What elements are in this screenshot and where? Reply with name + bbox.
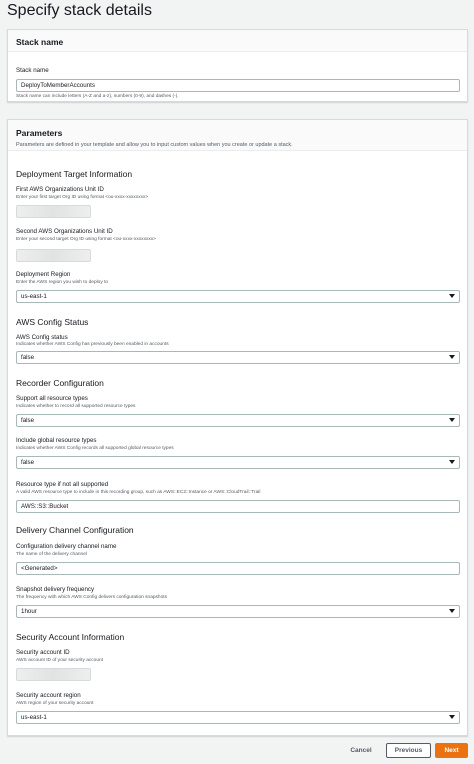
cancel-button[interactable]: Cancel <box>346 744 376 758</box>
second-ou-description: Enter your second target Org ID using fo… <box>16 237 156 242</box>
channel-name-description: The name of the delivery channel <box>16 552 87 557</box>
deployment-region-value: us-east-1 <box>21 293 47 300</box>
snapshot-frequency-select[interactable]: 1hour <box>16 605 460 618</box>
support-all-select[interactable]: false <box>16 414 460 427</box>
deployment-target-title: Deployment Target Information <box>16 169 133 179</box>
snapshot-frequency-label: Snapshot delivery frequency <box>16 586 95 593</box>
first-ou-input[interactable] <box>16 205 91 218</box>
support-all-value: false <box>21 417 35 424</box>
second-ou-label: Second AWS Organizations Unit ID <box>16 228 113 235</box>
config-status-title: AWS Config Status <box>16 317 89 327</box>
resource-type-input[interactable] <box>16 500 460 513</box>
snapshot-frequency-description: The frequency with which AWS Config deli… <box>16 595 168 600</box>
config-status-value: false <box>21 354 35 361</box>
include-global-select[interactable]: false <box>16 456 460 469</box>
first-ou-description: Enter your first target Org ID using for… <box>16 195 149 200</box>
chevron-down-icon <box>449 609 455 613</box>
parameters-description: Parameters are defined in your template … <box>16 142 293 148</box>
channel-name-label: Configuration delivery channel name <box>16 543 117 550</box>
delivery-title: Delivery Channel Configuration <box>16 525 134 535</box>
next-button[interactable]: Next <box>435 743 468 758</box>
security-account-id-input[interactable] <box>16 668 91 681</box>
security-account-region-description: AWS region of your security account <box>16 701 94 706</box>
recorder-title: Recorder Configuration <box>16 378 104 388</box>
include-global-value: false <box>21 459 35 466</box>
include-global-label: Include global resource types <box>16 437 97 444</box>
support-all-description: Indicates whether to record all supporte… <box>16 404 136 409</box>
chevron-down-icon <box>449 715 455 719</box>
support-all-label: Support all resource types <box>16 395 88 402</box>
page-title: Specify stack details <box>7 2 152 19</box>
security-account-region-label: Security account region <box>16 692 81 699</box>
security-account-id-label: Security account ID <box>16 649 70 656</box>
deployment-region-select[interactable]: us-east-1 <box>16 290 460 303</box>
security-account-id-description: AWS account ID of your security account <box>16 658 104 663</box>
config-status-label: AWS Config status <box>16 334 68 341</box>
stack-name-panel-header: Stack name <box>8 30 467 52</box>
deployment-region-label: Deployment Region <box>16 271 71 278</box>
security-account-region-select[interactable]: us-east-1 <box>16 711 460 724</box>
previous-button[interactable]: Previous <box>386 743 431 758</box>
stack-name-heading: Stack name <box>16 37 64 47</box>
chevron-down-icon <box>449 355 455 359</box>
resource-type-label: Resource type if not all supported <box>16 481 109 488</box>
snapshot-frequency-value: 1hour <box>21 608 37 615</box>
stack-name-label: Stack name <box>16 67 49 74</box>
security-account-region-value: us-east-1 <box>21 714 47 721</box>
parameters-panel-header: Parameters Parameters are defined in you… <box>8 120 467 151</box>
chevron-down-icon <box>449 294 455 298</box>
second-ou-input[interactable] <box>16 249 91 262</box>
parameters-heading: Parameters <box>16 128 63 138</box>
security-title: Security Account Information <box>16 632 125 642</box>
config-status-select[interactable]: false <box>16 351 460 364</box>
stack-name-panel: Stack name Stack name Stack name can inc… <box>7 29 468 102</box>
channel-name-input[interactable] <box>16 562 460 575</box>
stack-name-description: Stack name can include letters (A-Z and … <box>16 94 179 99</box>
first-ou-label: First AWS Organizations Unit ID <box>16 186 104 193</box>
chevron-down-icon <box>449 418 455 422</box>
resource-type-description: A valid AWS resource type to include in … <box>16 490 261 495</box>
config-status-description: Indicates whether AWS Config has previou… <box>16 342 169 347</box>
stack-name-input[interactable] <box>16 79 460 92</box>
chevron-down-icon <box>449 460 455 464</box>
include-global-description: Indicates whether AWS Config records all… <box>16 446 174 451</box>
deployment-region-description: Enter the AWS region you wish to deploy … <box>16 280 109 285</box>
parameters-panel: Parameters Parameters are defined in you… <box>7 119 468 736</box>
